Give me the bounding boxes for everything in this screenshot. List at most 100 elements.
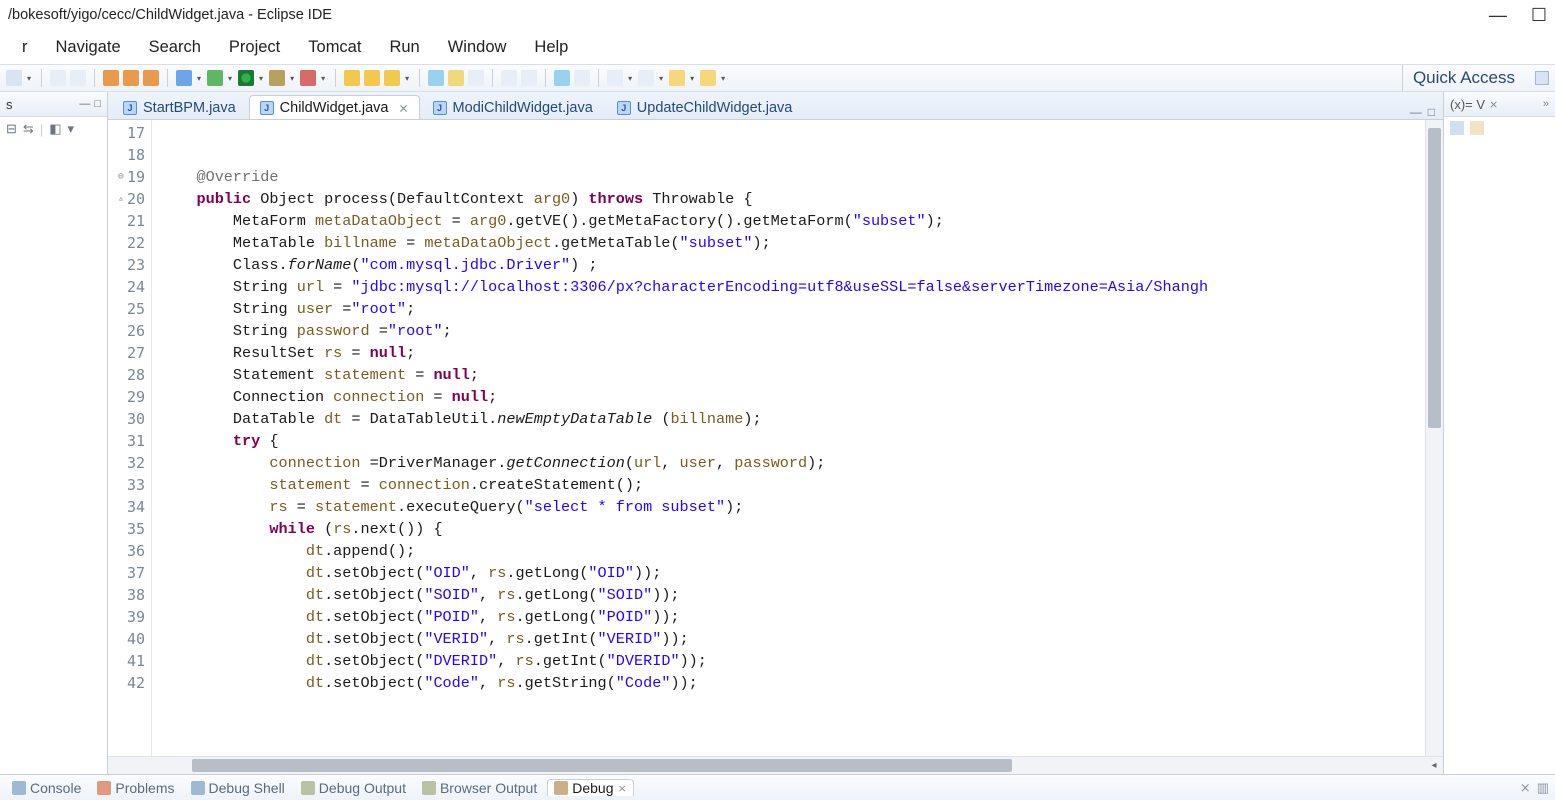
code-line[interactable]: MetaForm metaDataObject = arg0.getVE().g… — [160, 210, 1425, 232]
toolbar-icon[interactable] — [176, 70, 192, 86]
code-line[interactable]: dt.setObject("SOID", rs.getLong("SOID"))… — [160, 584, 1425, 606]
tomcat-stop-icon[interactable] — [123, 70, 139, 86]
editor[interactable]: 1718⊖19▵20212223242526272829303132333435… — [108, 120, 1443, 756]
code-line[interactable]: Statement statement = null; — [160, 364, 1425, 386]
code-line[interactable]: dt.setObject("POID", rs.getLong("POID"))… — [160, 606, 1425, 628]
code-line[interactable]: dt.setObject("VERID", rs.getInt("VERID")… — [160, 628, 1425, 650]
bottom-tab-debug[interactable]: Debug⨯ — [547, 779, 633, 796]
new-class-icon[interactable] — [364, 70, 380, 86]
toolbar-icon[interactable] — [607, 70, 623, 86]
code-line[interactable] — [160, 144, 1425, 166]
open-type-icon[interactable] — [384, 70, 400, 86]
toolbar-icon[interactable]: ▥ — [1537, 780, 1549, 796]
editor-tab[interactable]: JChildWidget.java⨯ — [249, 95, 420, 119]
toggle-mark-icon[interactable] — [554, 70, 570, 86]
minimize-button[interactable]: — — [1489, 5, 1507, 26]
code-line[interactable]: MetaTable billname = metaDataObject.getM… — [160, 232, 1425, 254]
code-line[interactable]: statement = connection.createStatement()… — [160, 474, 1425, 496]
menu-tomcat[interactable]: Tomcat — [294, 38, 375, 57]
forward-nav-icon[interactable] — [700, 70, 716, 86]
bottom-tab-problems[interactable]: Problems — [91, 780, 180, 796]
bottom-tab-debug-output[interactable]: Debug Output — [295, 780, 412, 796]
back-nav-icon[interactable] — [669, 70, 685, 86]
close-icon[interactable]: ⨯ — [1489, 98, 1498, 111]
more-icon[interactable]: » — [1543, 98, 1549, 110]
new-package-icon[interactable] — [344, 70, 360, 86]
code-line[interactable]: connection =DriverManager.getConnection(… — [160, 452, 1425, 474]
code-line[interactable]: @Override — [160, 166, 1425, 188]
tomcat-restart-icon[interactable] — [143, 70, 159, 86]
scroll-left-icon[interactable]: ◂ — [1425, 757, 1443, 774]
minimize-view-icon[interactable]: — — [79, 98, 90, 110]
code-line[interactable]: try { — [160, 430, 1425, 452]
menu-r[interactable]: r — [8, 38, 42, 57]
filter-icon[interactable]: ◧ — [49, 121, 61, 137]
toolbar-icon[interactable] — [638, 70, 654, 86]
code-line[interactable]: while (rs.next()) { — [160, 518, 1425, 540]
menu-project[interactable]: Project — [215, 38, 294, 57]
line-number: 23 — [127, 254, 145, 276]
toolbar-icon[interactable] — [70, 70, 86, 86]
close-icon[interactable]: ⨯ — [618, 782, 627, 795]
code-content[interactable]: @Override public Object process(DefaultC… — [152, 120, 1425, 756]
maximize-icon[interactable]: □ — [1428, 105, 1435, 119]
code-line[interactable] — [160, 122, 1425, 144]
code-line[interactable]: String password ="root"; — [160, 320, 1425, 342]
toolbar-icon[interactable] — [1470, 121, 1484, 135]
gutter-annotation[interactable]: ⊖ — [118, 166, 124, 188]
bottom-tab-debug-shell[interactable]: Debug Shell — [185, 780, 291, 796]
view-menu-icon[interactable]: ▾ — [68, 121, 75, 137]
toolbar-icon[interactable] — [468, 70, 484, 86]
gutter-annotation[interactable]: ▵ — [118, 188, 124, 210]
run-icon[interactable] — [238, 70, 254, 86]
editor-tab[interactable]: JUpdateChildWidget.java — [606, 95, 804, 119]
code-line[interactable]: dt.append(); — [160, 540, 1425, 562]
maximize-button[interactable]: ☐ — [1531, 5, 1547, 26]
code-line[interactable]: Class.forName("com.mysql.jdbc.Driver") ; — [160, 254, 1425, 276]
link-editor-icon[interactable]: ⇆ — [23, 121, 34, 137]
code-line[interactable]: dt.setObject("OID", rs.getLong("OID")); — [160, 562, 1425, 584]
toolbar-icon[interactable] — [448, 70, 464, 86]
menu-run[interactable]: Run — [375, 38, 433, 57]
close-icon[interactable]: ⨯ — [398, 101, 408, 115]
vertical-scrollbar[interactable] — [1425, 120, 1443, 756]
menu-search[interactable]: Search — [135, 38, 215, 57]
toolbar-icon[interactable] — [1450, 121, 1464, 135]
code-line[interactable]: DataTable dt = DataTableUtil.newEmptyDat… — [160, 408, 1425, 430]
bottom-tab-browser-output[interactable]: Browser Output — [416, 780, 543, 796]
menu-window[interactable]: Window — [434, 38, 521, 57]
minimize-icon[interactable]: — — [1410, 105, 1422, 119]
tomcat-start-icon[interactable] — [103, 70, 119, 86]
toolbar-icon[interactable] — [269, 70, 285, 86]
toolbar-icon[interactable] — [50, 70, 66, 86]
code-line[interactable]: String url = "jdbc:mysql://localhost:330… — [160, 276, 1425, 298]
line-number: 40 — [127, 628, 145, 650]
debug-icon[interactable] — [207, 70, 223, 86]
code-line[interactable]: rs = statement.executeQuery("select * fr… — [160, 496, 1425, 518]
toolbar-icon[interactable] — [521, 70, 537, 86]
line-number: 27 — [127, 342, 145, 364]
search-icon[interactable] — [428, 70, 444, 86]
editor-tab[interactable]: JStartBPM.java — [112, 95, 247, 119]
perspective-button[interactable] — [1535, 71, 1549, 85]
menu-navigate[interactable]: Navigate — [42, 38, 135, 57]
code-line[interactable]: String user ="root"; — [160, 298, 1425, 320]
quick-access[interactable]: Quick Access — [1402, 65, 1525, 91]
toolbar-icon[interactable] — [574, 70, 590, 86]
collapse-all-icon[interactable]: ⊟ — [6, 121, 17, 137]
editor-tab[interactable]: JModiChildWidget.java — [422, 95, 604, 119]
horizontal-scrollbar[interactable]: ◂ — [108, 756, 1443, 774]
variables-view-tab[interactable]: (x)= V ⨯ » — [1444, 92, 1555, 117]
code-line[interactable]: ResultSet rs = null; — [160, 342, 1425, 364]
bottom-tab-console[interactable]: Console — [6, 780, 87, 796]
toolbar-icon[interactable] — [501, 70, 517, 86]
toolbar-icon[interactable] — [6, 70, 22, 86]
code-line[interactable]: Connection connection = null; — [160, 386, 1425, 408]
code-line[interactable]: dt.setObject("DVERID", rs.getInt("DVERID… — [160, 650, 1425, 672]
menu-help[interactable]: Help — [520, 38, 582, 57]
toolbar-icon[interactable] — [300, 70, 316, 86]
toolbar-icon[interactable]: ⨯ — [1520, 780, 1531, 796]
code-line[interactable]: public Object process(DefaultContext arg… — [160, 188, 1425, 210]
code-line[interactable]: dt.setObject("Code", rs.getString("Code"… — [160, 672, 1425, 694]
maximize-view-icon[interactable]: □ — [94, 98, 101, 110]
